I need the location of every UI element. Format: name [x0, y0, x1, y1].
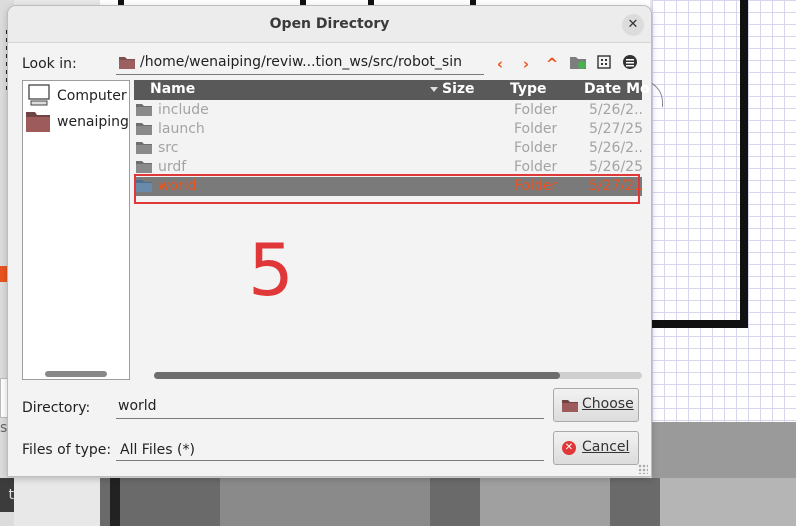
folder-icon	[136, 120, 152, 140]
dialog-title: Open Directory	[269, 16, 390, 32]
new-folder-icon[interactable]	[568, 54, 588, 74]
file-row[interactable]: include Folder 5/26/2...	[134, 101, 642, 120]
directory-value: world	[118, 398, 157, 414]
directory-input[interactable]: world	[116, 396, 544, 419]
column-name[interactable]: Name	[150, 81, 195, 97]
file-row[interactable]: launch Folder 5/27/25	[134, 120, 642, 139]
place-home-wenaiping[interactable]: wenaiping	[23, 109, 129, 133]
file-list: Name Size Type Date Mo include Folder 5/…	[134, 80, 650, 379]
background-3d-scene	[100, 478, 796, 526]
file-date: 5/26/2...	[589, 140, 642, 156]
file-name: urdf	[158, 159, 187, 175]
resize-grip[interactable]	[638, 464, 648, 474]
column-size[interactable]: Size	[442, 81, 475, 97]
files-of-type-label: Files of type:	[22, 442, 112, 458]
dialog-titlebar[interactable]: Open Directory ✕	[8, 6, 651, 43]
choose-label: Choose	[582, 396, 634, 412]
column-type[interactable]: Type	[510, 81, 547, 97]
choose-button[interactable]: Choose	[553, 388, 639, 422]
cancel-button[interactable]: ✕ Cancel	[553, 431, 639, 465]
detail-view-icon[interactable]	[620, 54, 640, 74]
file-name: include	[158, 102, 209, 118]
sort-indicator-icon	[430, 87, 438, 92]
place-computer[interactable]: Computer	[23, 83, 129, 107]
home-folder-icon	[25, 109, 51, 137]
file-row[interactable]: src Folder 5/26/2...	[134, 139, 642, 158]
file-type: Folder	[514, 121, 558, 137]
forward-icon[interactable]: ›	[516, 54, 536, 74]
look-in-path: /home/wenaiping/reviw...tion_ws/src/robo…	[140, 54, 462, 70]
scrollbar-thumb[interactable]	[154, 372, 560, 379]
file-type: Folder	[514, 140, 558, 156]
close-button[interactable]: ✕	[622, 14, 644, 36]
file-date: 5/27/25	[589, 121, 642, 137]
file-type: Folder	[514, 102, 558, 118]
cancel-label: Cancel	[582, 439, 630, 455]
folder-icon	[119, 55, 135, 73]
file-list-header: Name Size Type Date Mo	[134, 80, 650, 100]
file-date: 5/26/25	[589, 159, 642, 175]
files-of-type-value: All Files (*)	[120, 442, 195, 458]
horizontal-scrollbar[interactable]	[154, 372, 642, 379]
directory-label: Directory:	[22, 400, 91, 416]
files-of-type-combo[interactable]: All Files (*)	[116, 438, 544, 461]
places-sidebar: Computer wenaiping	[22, 80, 130, 380]
annotation-number: 5	[248, 228, 294, 312]
cancel-icon: ✕	[562, 441, 576, 455]
annotation-highlight-box	[134, 174, 640, 204]
place-label: Computer	[57, 88, 127, 104]
background-wall	[652, 320, 748, 328]
back-icon[interactable]: ‹	[490, 54, 510, 74]
file-type: Folder	[514, 159, 558, 175]
computer-icon	[27, 83, 51, 111]
background-floor	[652, 422, 796, 478]
background-text-fragment: s	[0, 420, 8, 436]
file-name: src	[158, 140, 179, 156]
file-name: launch	[158, 121, 205, 137]
place-label: wenaiping	[57, 114, 129, 130]
file-date: 5/26/2...	[589, 102, 642, 118]
folder-icon	[136, 139, 152, 159]
background-wall	[740, 0, 748, 328]
folder-icon	[562, 398, 578, 416]
column-date[interactable]: Date Mo	[584, 81, 650, 97]
background-grid-canvas	[652, 0, 796, 422]
folder-icon	[136, 101, 152, 121]
look-in-label: Look in:	[22, 56, 77, 72]
background-button-fragment: t	[0, 478, 14, 512]
look-in-combo[interactable]: /home/wenaiping/reviw...tion_ws/src/robo…	[116, 52, 484, 75]
list-view-icon[interactable]	[594, 54, 614, 74]
open-directory-dialog: Open Directory ✕ Look in: /home/wenaipin…	[8, 6, 651, 476]
parent-directory-icon[interactable]: ^	[542, 54, 562, 74]
places-scrollbar[interactable]	[45, 371, 107, 377]
